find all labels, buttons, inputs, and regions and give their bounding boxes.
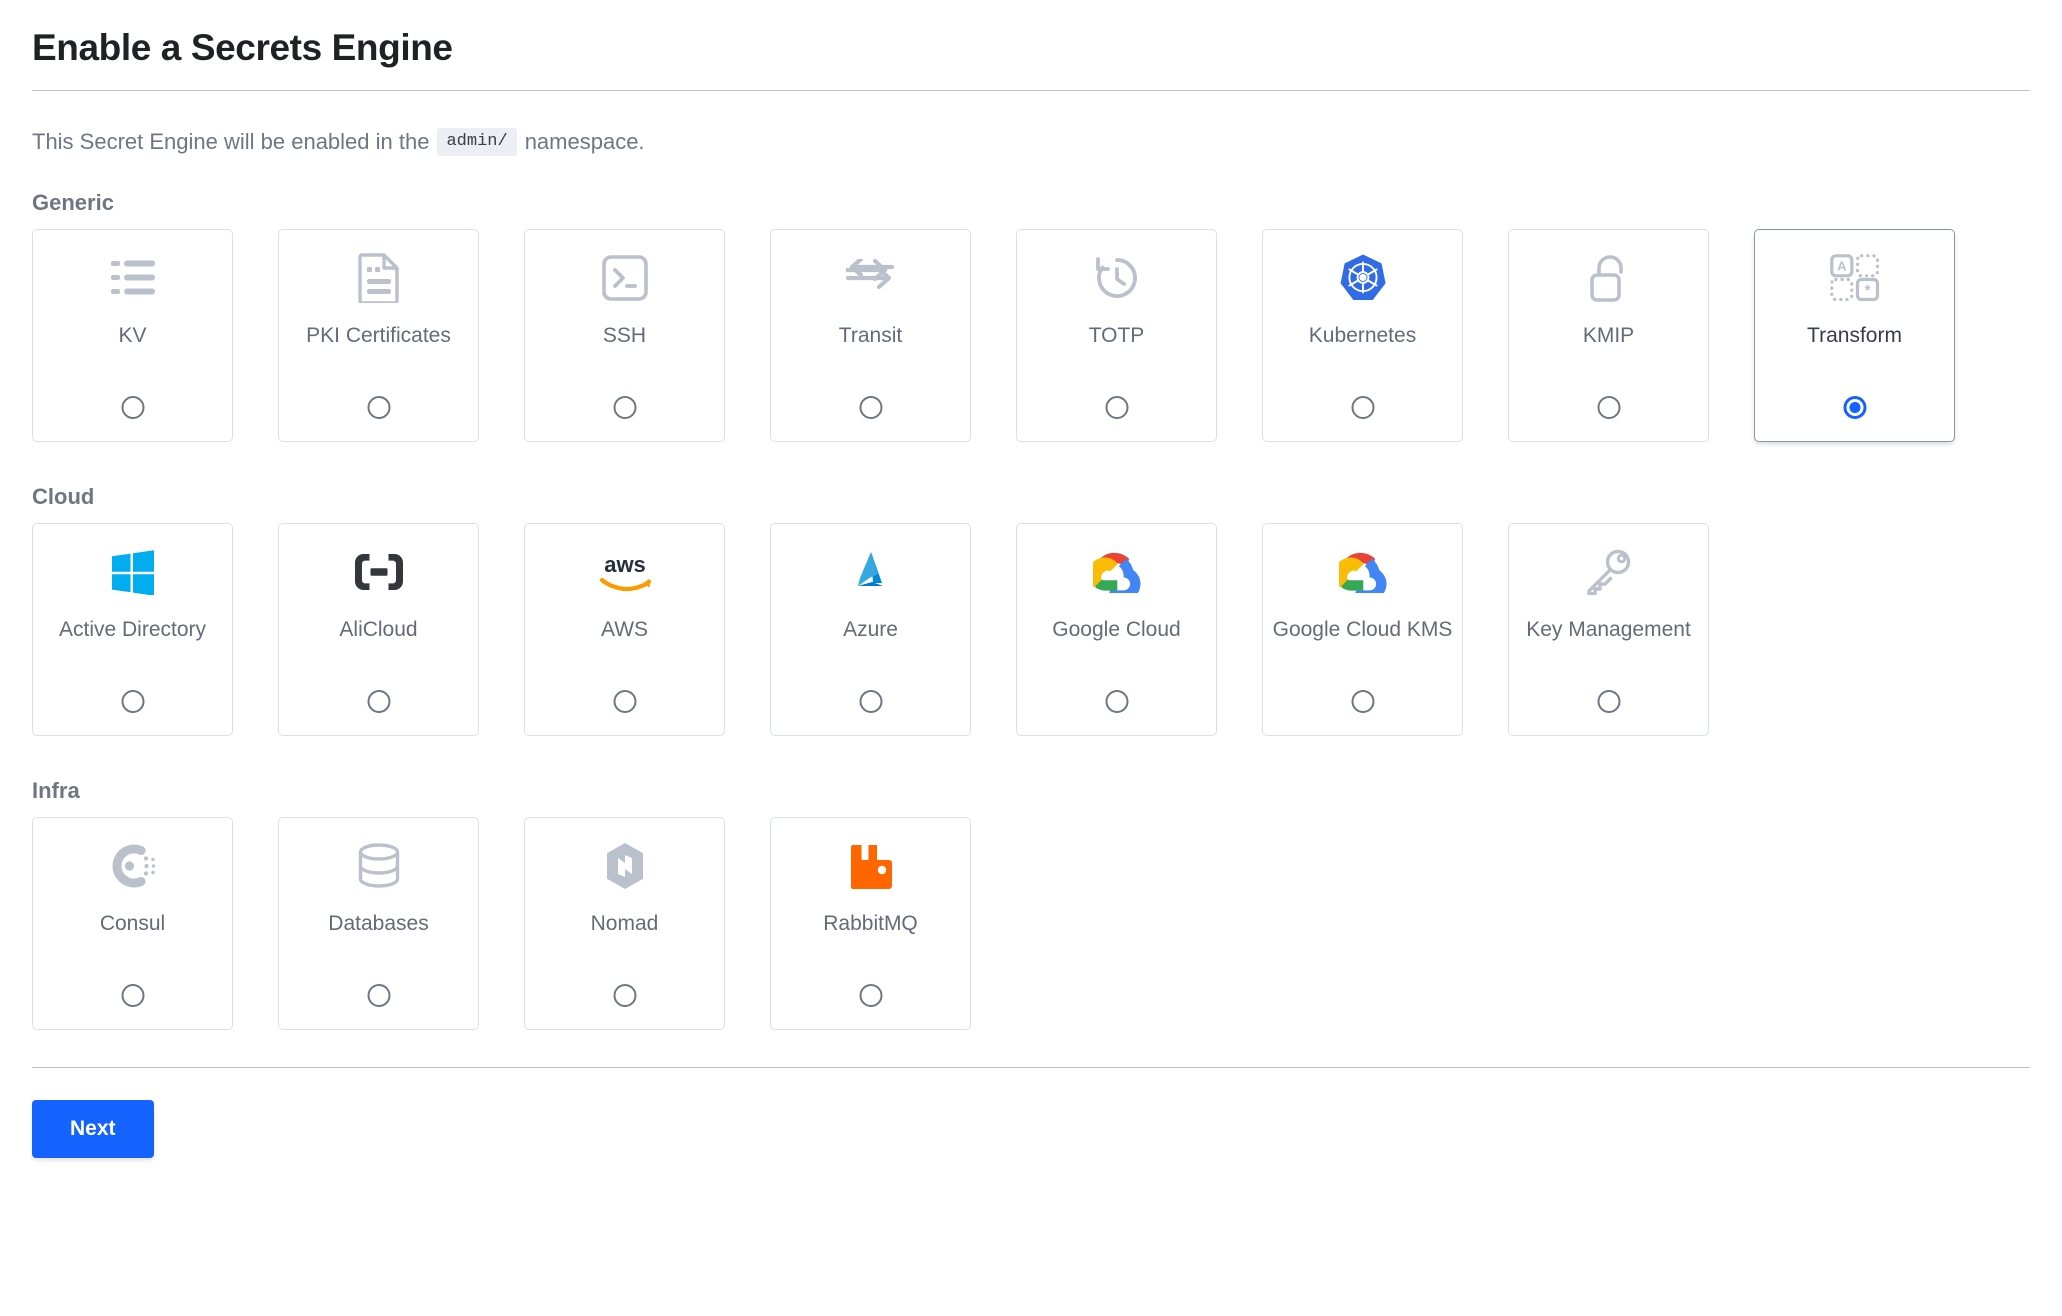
kv-list-icon (110, 252, 156, 304)
engine-radio-key-management[interactable] (1597, 690, 1620, 713)
engine-card-label: Key Management (1509, 617, 1708, 644)
engine-radio-google-cloud-kms[interactable] (1351, 690, 1374, 713)
engine-radio-consul[interactable] (121, 984, 144, 1007)
engine-radio-rabbitmq[interactable] (859, 984, 882, 1007)
engine-card-google-cloud[interactable]: Google Cloud (1016, 523, 1217, 736)
secrets-engine-sections: Generic KV PKI Certificates SSH Transit … (32, 190, 2030, 1040)
aws-logo-icon: aws (597, 546, 653, 598)
engine-card-pki-certificates[interactable]: PKI Certificates (278, 229, 479, 442)
engine-card-alicloud[interactable]: AliCloud (278, 523, 479, 736)
engine-card-nomad[interactable]: Nomad (524, 817, 725, 1030)
engine-radio-databases[interactable] (367, 984, 390, 1007)
engine-radio-kmip[interactable] (1597, 396, 1620, 419)
engine-card-key-management[interactable]: Key Management (1508, 523, 1709, 736)
engine-radio-active-directory[interactable] (121, 690, 144, 713)
card-row-infra: Consul Databases Nomad RabbitMQ (32, 817, 2030, 1040)
alicloud-logo-icon (354, 546, 404, 598)
key-icon (1585, 546, 1633, 598)
namespace-description: This Secret Engine will be enabled in th… (32, 125, 2030, 158)
engine-card-label: Azure (771, 617, 970, 644)
card-row-generic: KV PKI Certificates SSH Transit TOTP Kub… (32, 229, 2030, 452)
terminal-prompt-icon (602, 252, 648, 304)
windows-logo-icon (110, 546, 156, 598)
engine-card-azure[interactable]: Azure (770, 523, 971, 736)
card-row-cloud: Active Directory AliCloud aws AWS Azure … (32, 523, 2030, 746)
section-heading-infra: Infra (32, 778, 2030, 804)
page-title: Enable a Secrets Engine (32, 0, 2030, 70)
engine-radio-alicloud[interactable] (367, 690, 390, 713)
enable-secrets-engine-page: Enable a Secrets Engine This Secret Engi… (0, 0, 2062, 1316)
namespace-chip: admin/ (437, 128, 516, 156)
engine-card-label: Consul (33, 911, 232, 938)
engine-card-label: RabbitMQ (771, 911, 970, 938)
transform-boxes-icon: A * (1830, 252, 1880, 304)
engine-radio-kv[interactable] (121, 396, 144, 419)
engine-card-label: SSH (525, 323, 724, 350)
engine-radio-nomad[interactable] (613, 984, 636, 1007)
namespace-description-prefix: This Secret Engine will be enabled in th… (32, 125, 429, 158)
engine-card-kubernetes[interactable]: Kubernetes (1262, 229, 1463, 442)
engine-radio-google-cloud[interactable] (1105, 690, 1128, 713)
engine-card-label: TOTP (1017, 323, 1216, 350)
engine-card-label: Google Cloud KMS (1263, 617, 1462, 644)
google-cloud-logo-icon (1339, 546, 1387, 598)
next-button[interactable]: Next (32, 1100, 154, 1158)
kubernetes-logo-icon (1340, 252, 1386, 304)
engine-card-label: Transit (771, 323, 970, 350)
engine-radio-azure[interactable] (859, 690, 882, 713)
engine-card-label: KMIP (1509, 323, 1708, 350)
engine-radio-transform[interactable] (1843, 396, 1866, 419)
section-heading-generic: Generic (32, 190, 2030, 216)
engine-card-ssh[interactable]: SSH (524, 229, 725, 442)
engine-radio-transit[interactable] (859, 396, 882, 419)
engine-card-label: Google Cloud (1017, 617, 1216, 644)
footer-divider (32, 1067, 2030, 1068)
azure-logo-icon (849, 546, 893, 598)
engine-card-label: Kubernetes (1263, 323, 1462, 350)
engine-card-active-directory[interactable]: Active Directory (32, 523, 233, 736)
engine-card-databases[interactable]: Databases (278, 817, 479, 1030)
engine-card-label: Databases (279, 911, 478, 938)
engine-card-label: Nomad (525, 911, 724, 938)
section-heading-cloud: Cloud (32, 484, 2030, 510)
engine-card-totp[interactable]: TOTP (1016, 229, 1217, 442)
engine-card-consul[interactable]: Consul (32, 817, 233, 1030)
engine-card-label: Active Directory (33, 617, 232, 644)
google-cloud-logo-icon (1093, 546, 1141, 598)
engine-card-label: Transform (1755, 323, 1954, 350)
engine-card-google-cloud-kms[interactable]: Google Cloud KMS (1262, 523, 1463, 736)
rabbitmq-logo-icon (849, 840, 893, 892)
svg-text:aws: aws (604, 552, 646, 577)
engine-radio-pki-certificates[interactable] (367, 396, 390, 419)
nomad-logo-icon (603, 840, 647, 892)
engine-radio-kubernetes[interactable] (1351, 396, 1374, 419)
namespace-description-suffix: namespace. (525, 125, 645, 158)
title-divider (32, 90, 2030, 91)
database-cylinder-icon (358, 840, 400, 892)
engine-card-label: KV (33, 323, 232, 350)
engine-card-kv[interactable]: KV (32, 229, 233, 442)
unlocked-padlock-icon (1589, 252, 1629, 304)
exchange-arrows-icon (846, 252, 896, 304)
engine-card-label: AliCloud (279, 617, 478, 644)
engine-card-label: PKI Certificates (279, 323, 478, 350)
engine-card-aws[interactable]: aws AWS (524, 523, 725, 736)
engine-card-kmip[interactable]: KMIP (1508, 229, 1709, 442)
engine-card-transform[interactable]: A * Transform (1754, 229, 1955, 442)
engine-radio-ssh[interactable] (613, 396, 636, 419)
engine-radio-aws[interactable] (613, 690, 636, 713)
consul-logo-icon (108, 840, 158, 892)
engine-card-transit[interactable]: Transit (770, 229, 971, 442)
svg-text:A: A (1837, 259, 1847, 274)
clock-history-icon (1093, 252, 1141, 304)
certificate-document-icon (358, 252, 400, 304)
svg-text:*: * (1864, 282, 1870, 299)
engine-card-label: AWS (525, 617, 724, 644)
engine-radio-totp[interactable] (1105, 396, 1128, 419)
engine-card-rabbitmq[interactable]: RabbitMQ (770, 817, 971, 1030)
